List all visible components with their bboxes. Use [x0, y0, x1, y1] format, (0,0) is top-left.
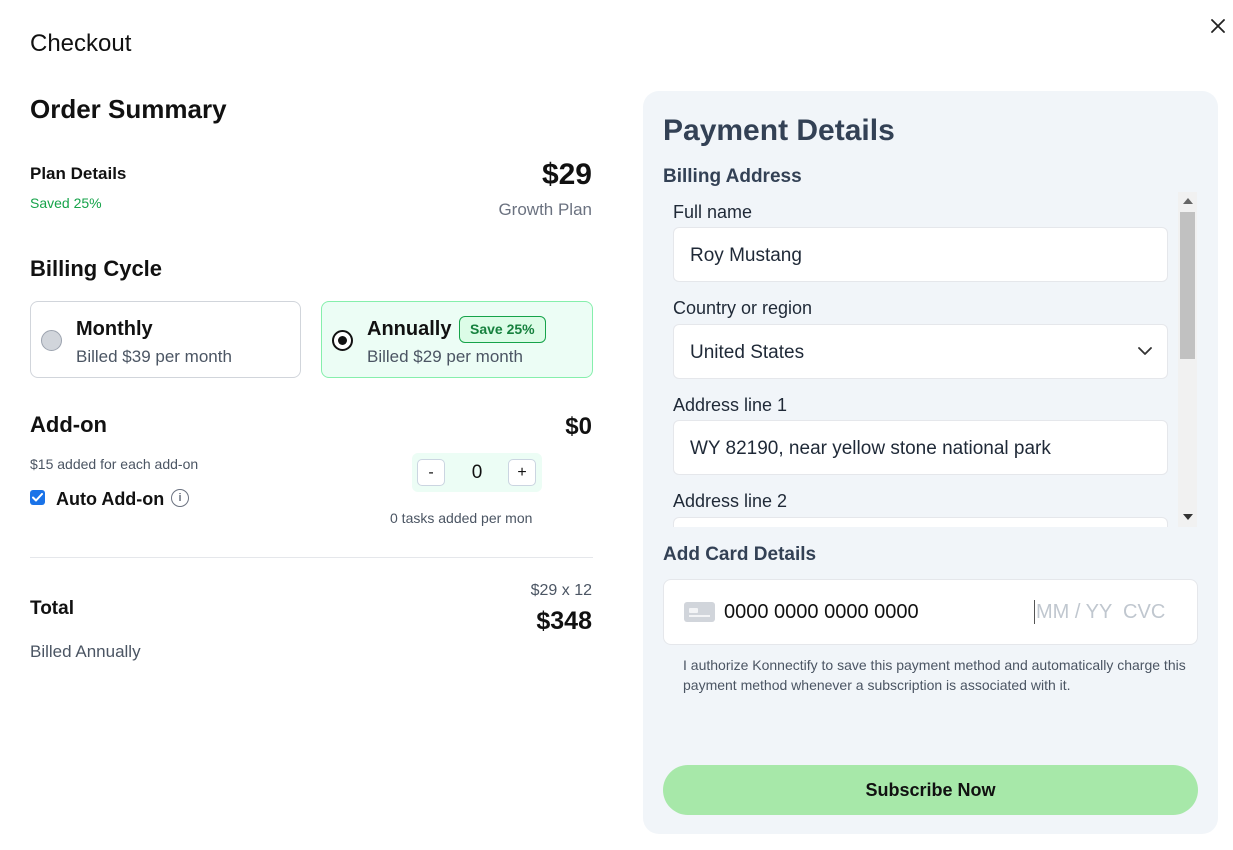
saved-text: Saved 25%	[30, 195, 102, 211]
billed-annually-text: Billed Annually	[30, 642, 141, 661]
addon-note: $15 added for each add-on	[30, 456, 199, 472]
checkmark-icon	[32, 493, 43, 502]
country-label: Country or region	[673, 298, 813, 318]
address-line-1-value: WY 82190, near yellow stone national par…	[690, 438, 1051, 459]
close-button[interactable]	[1206, 14, 1230, 38]
full-name-value: Roy Mustang	[690, 245, 802, 266]
addon-quantity-stepper: - 0 +	[412, 453, 542, 492]
authorize-text: I authorize Konnectify to save this paym…	[683, 657, 1186, 693]
total-label: Total	[30, 598, 74, 619]
full-name-input[interactable]: Roy Mustang	[673, 227, 1168, 282]
radio-monthly[interactable]	[41, 330, 62, 351]
decrement-button[interactable]: -	[417, 459, 445, 486]
auto-addon-label[interactable]: Auto Add-on	[56, 489, 164, 510]
address-line-1-label: Address line 1	[673, 395, 788, 415]
scrollbar-thumb[interactable]	[1180, 212, 1195, 359]
addon-price: $0	[565, 413, 592, 440]
billing-address-title: Billing Address	[663, 166, 802, 187]
address-line-2-label: Address line 2	[673, 491, 788, 511]
form-scrollbar[interactable]	[1178, 192, 1197, 527]
monthly-label: Monthly	[76, 318, 153, 340]
card-number-field[interactable]: 0000 0000 0000 0000	[724, 601, 919, 624]
subscribe-button[interactable]: Subscribe Now	[663, 765, 1198, 815]
address-line-1-input[interactable]: WY 82190, near yellow stone national par…	[673, 420, 1168, 475]
billing-address-form: Full name Roy Mustang Country or region …	[663, 192, 1178, 527]
save-badge: Save 25%	[459, 316, 546, 343]
chevron-down-icon	[1138, 347, 1152, 355]
address-line-2-input[interactable]	[673, 517, 1168, 527]
card-details-title: Add Card Details	[663, 544, 817, 565]
annually-price-text: Billed $29 per month	[367, 347, 523, 366]
card-input[interactable]: 0000 0000 0000 0000 MM / YY CVC	[663, 579, 1198, 645]
credit-card-icon	[684, 602, 715, 622]
scroll-down-arrow-icon[interactable]	[1183, 514, 1193, 520]
info-icon[interactable]: i	[171, 489, 189, 507]
increment-button[interactable]: +	[508, 459, 536, 486]
billing-cycle-title: Billing Cycle	[30, 256, 163, 281]
country-value: United States	[690, 342, 805, 363]
page-title: Checkout	[30, 30, 132, 57]
text-cursor	[1034, 600, 1035, 624]
plan-price: $29	[541, 158, 592, 191]
plan-details-label: Plan Details	[30, 164, 127, 183]
card-expiry-cvc-field[interactable]: MM / YY CVC	[1036, 601, 1165, 624]
monthly-price-text: Billed $39 per month	[76, 347, 232, 366]
auto-addon-checkbox[interactable]	[30, 490, 45, 505]
billing-option-monthly[interactable]: Monthly Billed $39 per month	[30, 301, 301, 378]
addon-title: Add-on	[30, 412, 107, 437]
close-icon	[1211, 19, 1225, 33]
billing-option-annually[interactable]: Annually Save 25% Billed $29 per month	[321, 301, 593, 378]
addon-quantity-value[interactable]: 0	[457, 462, 497, 484]
total-price: $348	[536, 607, 592, 635]
payment-details-title: Payment Details	[663, 114, 895, 147]
order-summary-title: Order Summary	[30, 94, 227, 124]
full-name-label: Full name	[673, 202, 753, 222]
total-calculation: $29 x 12	[530, 582, 592, 599]
country-select[interactable]: United States	[673, 324, 1168, 379]
tasks-note: 0 tasks added per mon	[390, 510, 533, 526]
scroll-up-arrow-icon[interactable]	[1183, 198, 1193, 204]
plan-name: Growth Plan	[498, 200, 592, 219]
radio-annually[interactable]	[332, 330, 353, 351]
annually-label: Annually	[367, 318, 452, 340]
divider	[30, 557, 593, 558]
